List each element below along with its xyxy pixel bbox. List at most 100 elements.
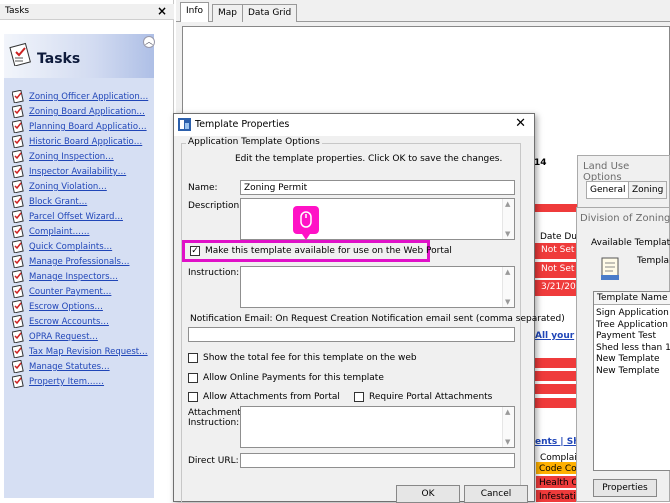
task-checkmark-icon	[12, 225, 24, 238]
task-link[interactable]: Parcel Offset Wizard…	[29, 212, 123, 222]
instruction-textarea[interactable]: ▲ ▼	[240, 266, 515, 308]
template-list-item[interactable]: New Template	[596, 354, 660, 364]
task-link[interactable]: Manage Professionals…	[29, 257, 129, 267]
tab-strip: Info Map Data Grid	[176, 0, 670, 23]
grid-links[interactable]: ents | Sh	[535, 437, 580, 447]
description-scrollbar[interactable]: ▲ ▼	[502, 199, 514, 239]
task-link[interactable]: Escrow Accounts…	[29, 317, 109, 327]
online-payments-checkbox[interactable]	[188, 373, 198, 383]
tab-info[interactable]: Info	[180, 2, 210, 23]
instructions-text: Edit the template properties. Click OK t…	[235, 154, 503, 164]
cancel-button[interactable]: Cancel	[464, 485, 528, 503]
task-link[interactable]: Escrow Options…	[29, 302, 103, 312]
web-portal-checkbox[interactable]: ✓	[190, 246, 200, 256]
direct-url-input[interactable]	[240, 453, 515, 468]
task-checkmark-icon	[12, 210, 24, 223]
task-checkmark-icon	[12, 255, 24, 268]
task-link[interactable]: Zoning Board Application…	[29, 107, 145, 117]
grid-link[interactable]: All your	[535, 331, 574, 341]
task-checkmark-icon	[12, 120, 24, 133]
template-list-item[interactable]: Shed less than 100	[596, 343, 670, 353]
online-payments-label[interactable]: Allow Online Payments for this template	[203, 373, 384, 383]
available-templates-label: Available Templates	[591, 238, 670, 248]
tasks-pane-header: Tasks ×	[0, 4, 174, 20]
tasks-banner: Tasks ︿	[4, 34, 155, 78]
name-label: Name:	[188, 183, 218, 193]
notification-email-input[interactable]	[188, 327, 515, 342]
task-link[interactable]: Zoning Inspection…	[29, 152, 114, 162]
task-link[interactable]: Quick Complaints…	[29, 242, 112, 252]
description-textarea[interactable]: ▲ ▼	[240, 198, 515, 240]
task-checkmark-icon	[12, 150, 24, 163]
task-link[interactable]: Inspector Availability…	[29, 167, 126, 177]
close-icon[interactable]: ×	[157, 4, 167, 18]
tasks-pane-title: Tasks	[5, 6, 30, 16]
land-use-title: Land Use Options	[583, 161, 630, 183]
template-list[interactable]: Template Name Sign Application Tree Appli…	[593, 291, 670, 471]
mouse-icon	[300, 211, 312, 228]
dialog-titlebar: Template Properties ✕	[174, 114, 534, 136]
task-link[interactable]: Planning Board Applicatio…	[29, 122, 147, 132]
tasks-list: Zoning Officer Application… Zoning Board …	[4, 78, 154, 498]
grid-infest-cell: Infestati	[539, 492, 576, 502]
grid-red-cell	[534, 398, 578, 408]
allow-attachments-label[interactable]: Allow Attachments from Portal	[203, 392, 340, 402]
require-attachments-label[interactable]: Require Portal Attachments	[369, 392, 492, 402]
attachment-scrollbar[interactable]: ▲ ▼	[502, 407, 514, 447]
options-group-legend: Application Template Options	[186, 137, 322, 147]
grid-date-value: 3/21/20	[541, 282, 576, 292]
task-link[interactable]: Counter Payment…	[29, 287, 111, 297]
task-link[interactable]: Historic Board Applicatio…	[29, 137, 142, 147]
task-checkmark-icon	[12, 315, 24, 328]
template-list-item[interactable]: New Template	[596, 366, 660, 376]
template-name-header[interactable]: Template Name	[594, 292, 670, 305]
allow-attachments-checkbox[interactable]	[188, 392, 198, 402]
task-checkmark-icon	[12, 345, 24, 358]
show-fee-label[interactable]: Show the total fee for this template on …	[203, 353, 417, 363]
task-link[interactable]: Manage Inspectors…	[29, 272, 118, 282]
tab-data-grid[interactable]: Data Grid	[242, 4, 298, 22]
close-icon[interactable]: ✕	[515, 116, 526, 131]
instruction-scrollbar[interactable]: ▲ ▼	[502, 267, 514, 307]
template-list-item[interactable]: Payment Test	[596, 331, 656, 341]
mouse-cursor-marker	[293, 206, 319, 240]
name-input[interactable]: Zoning Permit	[240, 180, 515, 195]
grid-health-cell: Health O	[539, 478, 579, 488]
web-portal-label[interactable]: Make this template available for use on …	[205, 246, 452, 256]
task-checkmark-icon	[12, 270, 24, 283]
collapse-chevron-icon[interactable]: ︿	[143, 36, 155, 48]
division-title: Division of Zoning Te	[580, 213, 670, 224]
direct-url-label: Direct URL:	[188, 456, 239, 466]
instruction-label: Instruction:	[188, 268, 240, 278]
task-link[interactable]: Complaint……	[29, 227, 89, 237]
grid-code-cell: Code Co	[539, 464, 577, 474]
tab-zoning[interactable]: Zoning	[628, 181, 668, 199]
ok-button[interactable]: OK	[396, 485, 460, 503]
task-checkmark-icon	[12, 90, 24, 103]
properties-button[interactable]: Properties	[593, 479, 657, 497]
task-checkmark-icon	[12, 165, 24, 178]
task-link[interactable]: Manage Statutes…	[29, 362, 110, 372]
task-link[interactable]: OPRA Request…	[29, 332, 98, 342]
task-link[interactable]: Property Item……	[29, 377, 104, 387]
task-checkmark-icon	[12, 330, 24, 343]
task-link[interactable]: Zoning Officer Application…	[29, 92, 148, 102]
task-link[interactable]: Block Grant…	[29, 197, 87, 207]
show-fee-checkbox[interactable]	[188, 353, 198, 363]
tab-map[interactable]: Map	[212, 4, 243, 22]
task-checkmark-icon	[12, 105, 24, 118]
tasks-banner-title: Tasks	[37, 51, 81, 67]
division-dialog: Division of Zoning Te Available Template…	[576, 207, 670, 502]
task-checkmark-icon	[12, 195, 24, 208]
require-attachments-checkbox[interactable]	[354, 392, 364, 402]
template-list-item[interactable]: Tree Application ne	[596, 320, 670, 330]
grid-not-set: Not Set	[541, 245, 575, 255]
template-list-item[interactable]: Sign Application	[596, 308, 669, 318]
attachment-instruction-textarea[interactable]: ▲ ▼	[240, 406, 515, 448]
task-link[interactable]: Tax Map Revision Request…	[29, 347, 148, 357]
grid-red-cell	[534, 371, 578, 381]
task-link[interactable]: Zoning Violation…	[29, 182, 107, 192]
notification-label: Notification Email: On Request Creation …	[190, 314, 565, 324]
document-icon	[601, 257, 619, 280]
tab-general[interactable]: General	[586, 181, 630, 199]
